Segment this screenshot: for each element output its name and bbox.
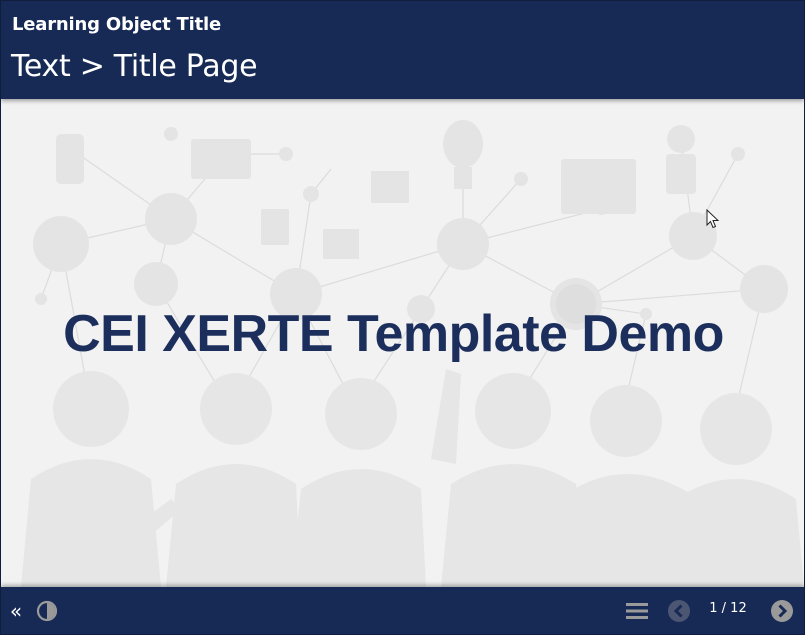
content-stage: CEI XERTE Template Demo [1, 99, 804, 587]
previous-page-button[interactable] [666, 587, 692, 634]
next-page-button[interactable] [769, 587, 795, 634]
presentation-title: CEI XERTE Template Demo [63, 305, 724, 363]
collapse-footer-button[interactable]: « [6, 587, 26, 634]
chevron-right-icon [771, 599, 793, 622]
contrast-toggle-button[interactable] [35, 587, 59, 634]
learning-object-title: Learning Object Title [12, 14, 221, 35]
menu-icon [626, 602, 648, 619]
page-title: Text > Title Page [11, 49, 258, 84]
xerte-player: Learning Object Title Text > Title Page [0, 0, 805, 635]
footer-bar: « 1 / 12 [1, 587, 804, 634]
contrast-icon [36, 600, 58, 621]
header-bar: Learning Object Title Text > Title Page [1, 1, 804, 99]
mouse-cursor-icon [706, 209, 720, 229]
table-of-contents-button[interactable] [624, 587, 650, 634]
page-counter: 1 / 12 [709, 601, 747, 616]
chevron-left-icon [668, 599, 690, 622]
